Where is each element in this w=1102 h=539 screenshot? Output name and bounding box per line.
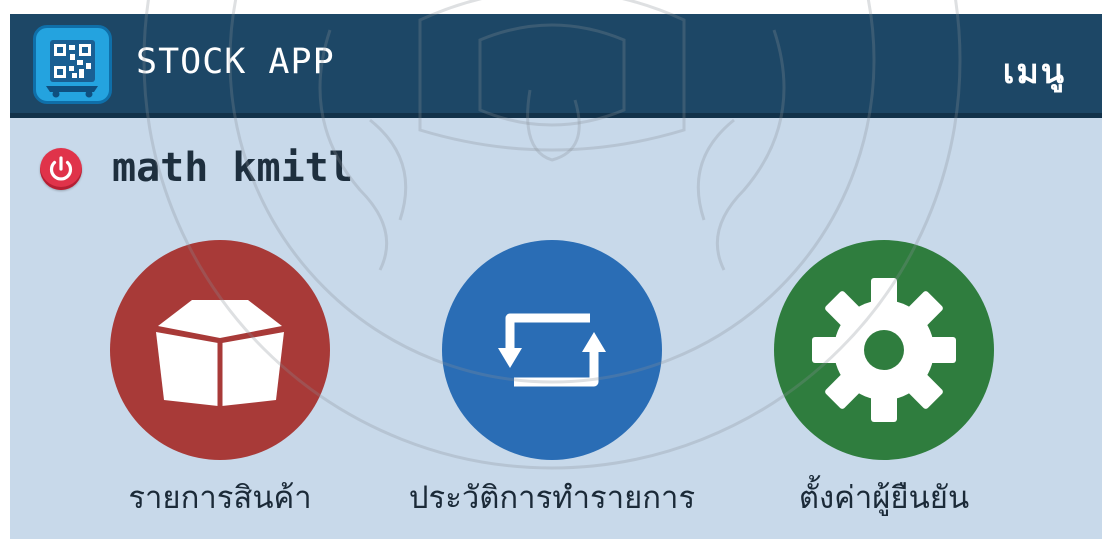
refresh-arrows-icon	[498, 313, 606, 387]
tile-history[interactable]: ประวัติการทำรายการ	[409, 240, 695, 530]
menu-button[interactable]: เมนู	[1003, 50, 1066, 94]
products-circle	[110, 240, 330, 460]
tile-products-label: รายการสินค้า	[128, 480, 312, 516]
settings-circle	[774, 240, 994, 460]
tile-settings[interactable]: ตั้งค่าผู้ยืนยัน	[744, 240, 1024, 530]
power-icon[interactable]	[40, 148, 82, 190]
app-title: STOCK APP	[136, 42, 335, 82]
box-icon	[156, 300, 284, 408]
qr-cart-logo-icon	[33, 25, 112, 104]
tile-settings-label: ตั้งค่าผู้ยืนยัน	[798, 480, 970, 516]
username: math kmitl	[112, 145, 353, 191]
tile-history-label: ประวัติการทำรายการ	[408, 480, 696, 516]
history-circle	[442, 240, 662, 460]
app-header: STOCK APP เมนู	[10, 14, 1102, 118]
tile-products[interactable]: รายการสินค้า	[80, 240, 360, 530]
gear-icon	[812, 278, 956, 422]
